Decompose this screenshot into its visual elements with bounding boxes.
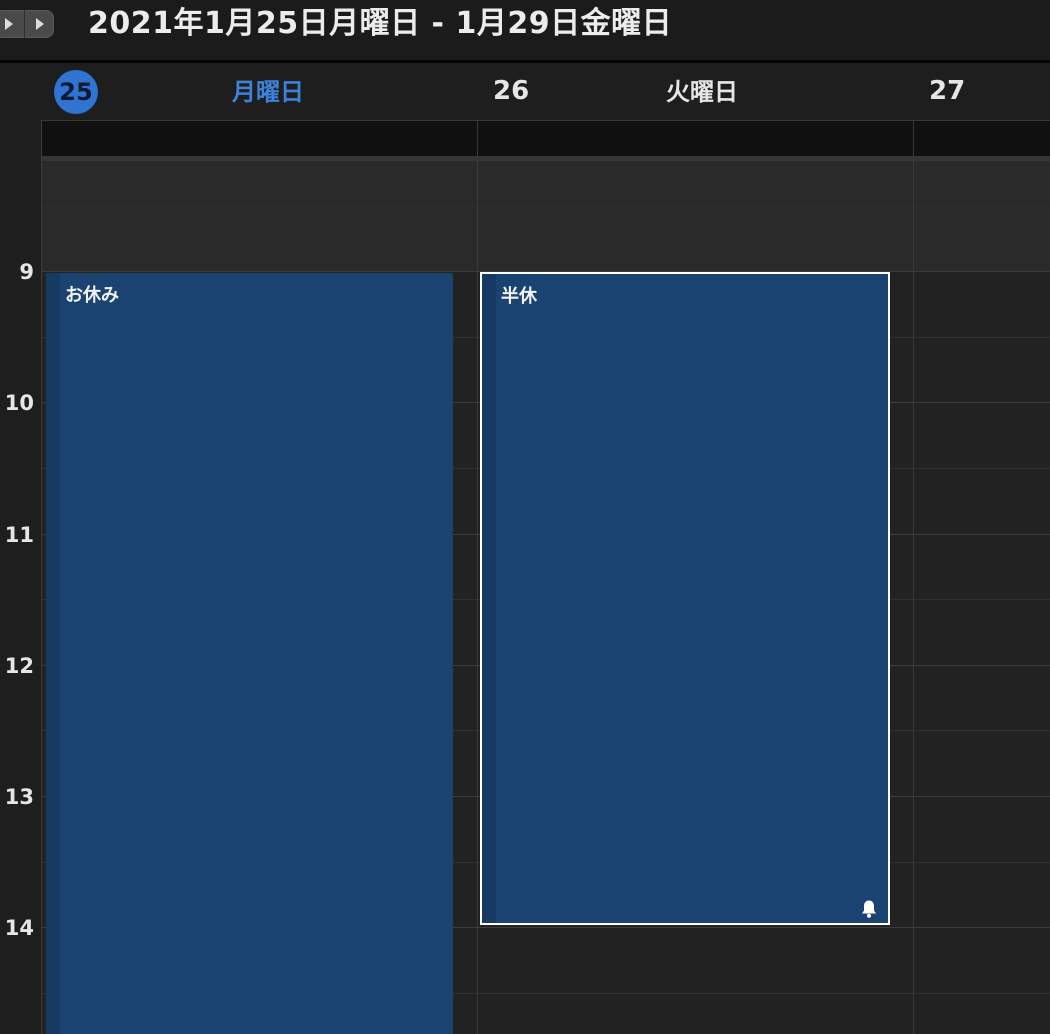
hour-label-12: 12	[4, 654, 34, 678]
grid-line	[42, 271, 1050, 272]
event-day-off[interactable]: お休み	[46, 273, 453, 1034]
hour-label-9: 9	[19, 260, 34, 284]
date-range-title: 2021年1月25日月曜日 - 1月29日金曜日	[88, 6, 673, 41]
bell-icon	[862, 900, 876, 918]
day-column-divider	[913, 120, 914, 1034]
hour-label-13: 13	[4, 785, 34, 809]
day-name-tuesday: 火曜日	[666, 78, 738, 106]
day-number-26[interactable]: 26	[493, 73, 529, 109]
triangle-right-icon	[5, 18, 13, 30]
all-day-events-area[interactable]	[42, 120, 1050, 157]
day-header-row: 26 火曜日 27 月曜日	[0, 63, 1050, 120]
nav-button-group	[0, 10, 54, 38]
time-gutter-divider	[41, 120, 42, 1034]
event-color-bar	[482, 274, 496, 923]
event-title: お休み	[65, 285, 119, 306]
next-week-button[interactable]	[24, 10, 54, 38]
today-date-badge[interactable]: 25	[54, 70, 98, 114]
event-title: 半休	[501, 286, 537, 307]
hour-label-11: 11	[4, 523, 34, 547]
day-number-27[interactable]: 27	[929, 73, 965, 109]
toolbar: 2021年1月25日月曜日 - 1月29日金曜日	[0, 0, 1050, 63]
hour-label-10: 10	[4, 391, 34, 415]
day-name-monday: 月曜日	[232, 78, 304, 106]
previous-week-button[interactable]	[0, 10, 24, 38]
event-half-day-off[interactable]: 半休	[482, 274, 888, 923]
hour-label-14: 14	[4, 916, 34, 940]
early-hours-band	[42, 161, 1050, 271]
event-color-bar	[46, 273, 60, 1034]
day-column-divider	[477, 120, 478, 1034]
grid-line	[42, 206, 1050, 207]
triangle-right-icon	[36, 18, 44, 30]
